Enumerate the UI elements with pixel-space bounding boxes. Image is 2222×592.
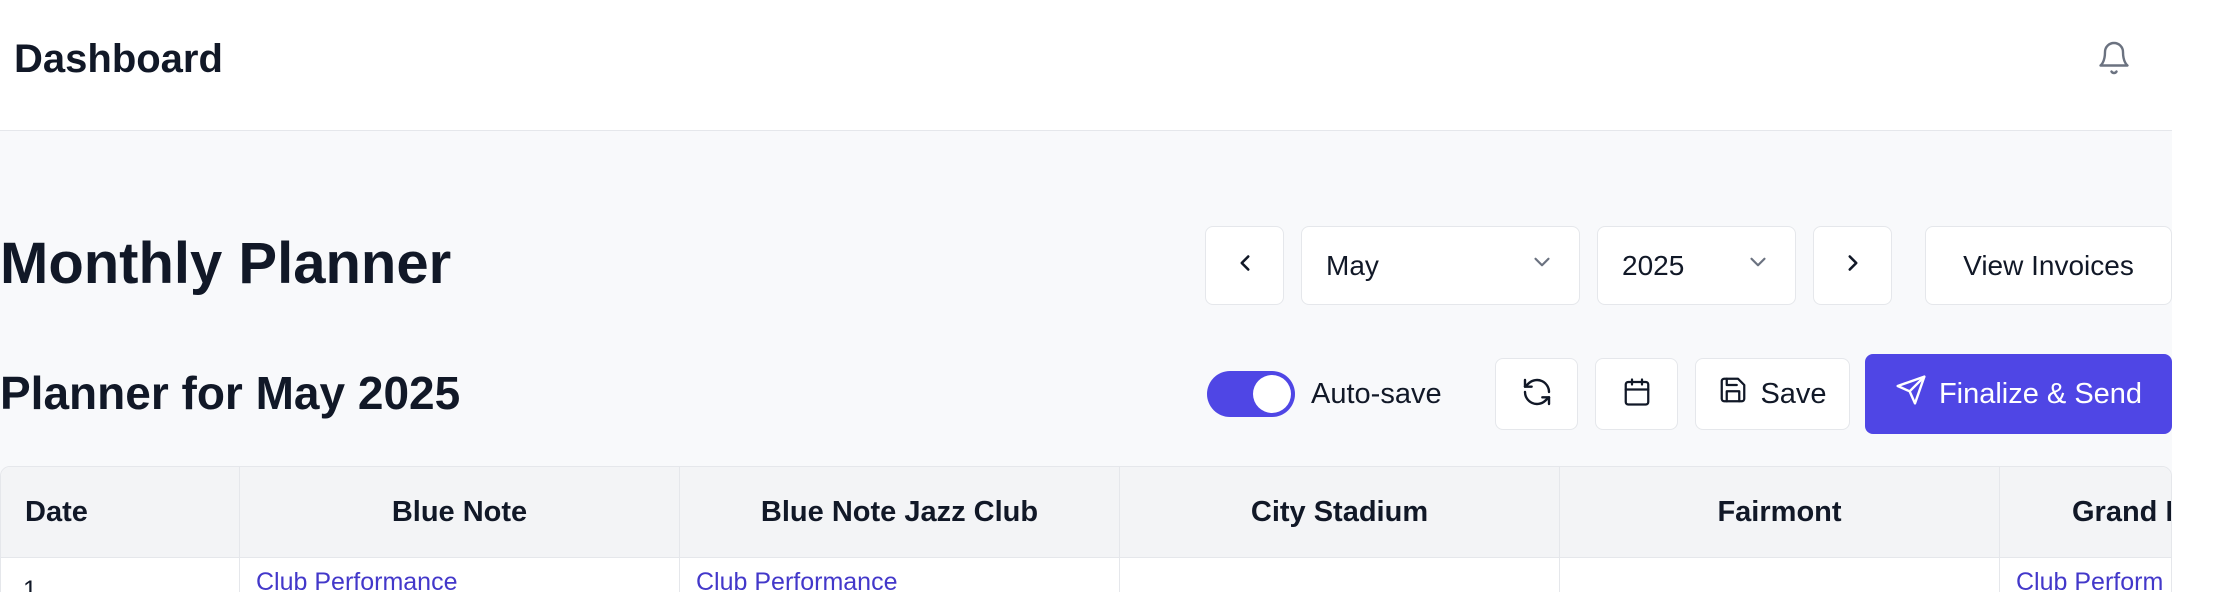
planner-subtitle: Planner for May 2025	[0, 367, 461, 419]
calendar-icon	[1622, 377, 1652, 412]
year-select-value: 2025	[1622, 249, 1685, 281]
view-invoices-button[interactable]: View Invoices	[1925, 226, 2172, 305]
column-header[interactable]: Grand B	[2000, 467, 2171, 558]
column-header[interactable]: Blue Note Jazz Club	[680, 467, 1120, 558]
table-cell[interactable]	[1560, 558, 2000, 592]
column-header-date[interactable]: Date	[1, 467, 240, 558]
toggle-knob	[1253, 375, 1291, 413]
view-invoices-label: View Invoices	[1963, 249, 2134, 281]
chevron-right-icon	[1840, 250, 1866, 281]
month-select-value: May	[1326, 249, 1379, 281]
right-gutter	[2172, 0, 2222, 592]
event-link[interactable]: Club Performance	[696, 568, 897, 592]
save-label: Save	[1760, 377, 1827, 410]
save-button[interactable]: Save	[1695, 358, 1850, 430]
calendar-button[interactable]	[1595, 358, 1678, 430]
table-cell[interactable]: Club Performance	[680, 558, 1120, 592]
month-select[interactable]: May	[1301, 226, 1580, 305]
chevron-down-icon	[1745, 249, 1771, 282]
table-cell[interactable]: Club Performance	[240, 558, 680, 592]
save-icon	[1718, 375, 1748, 413]
date-value: 1	[23, 576, 37, 592]
date-cell: 1	[1, 558, 240, 592]
next-month-button[interactable]	[1813, 226, 1892, 305]
chevron-left-icon	[1232, 250, 1258, 281]
table-cell[interactable]	[1120, 558, 1560, 592]
year-select[interactable]: 2025	[1597, 226, 1796, 305]
table-cell[interactable]: Club Perform	[2000, 558, 2171, 592]
auto-save-label: Auto-save	[1311, 378, 1442, 410]
top-bar: Dashboard	[0, 0, 2172, 131]
table-header: Date Blue Note Blue Note Jazz Club City …	[1, 467, 2171, 558]
finalize-send-button[interactable]: Finalize & Send	[1865, 354, 2172, 434]
column-header[interactable]: Blue Note	[240, 467, 680, 558]
planner-table: Date Blue Note Blue Note Jazz Club City …	[0, 466, 2172, 592]
prev-month-button[interactable]	[1205, 226, 1284, 305]
auto-save-toggle[interactable]	[1207, 371, 1295, 417]
finalize-send-label: Finalize & Send	[1938, 377, 2143, 410]
page-header-title: Dashboard	[14, 37, 223, 81]
event-link[interactable]: Club Performance	[256, 568, 457, 592]
column-header[interactable]: Fairmont	[1560, 467, 2000, 558]
column-header[interactable]: City Stadium	[1120, 467, 1560, 558]
event-link[interactable]: Club Perform	[2016, 568, 2163, 592]
refresh-icon	[1521, 376, 1553, 413]
bell-icon[interactable]	[2096, 40, 2132, 76]
chevron-down-icon	[1529, 249, 1555, 282]
send-icon	[1895, 374, 1927, 414]
planner-title: Monthly Planner	[0, 231, 452, 296]
refresh-button[interactable]	[1495, 358, 1578, 430]
